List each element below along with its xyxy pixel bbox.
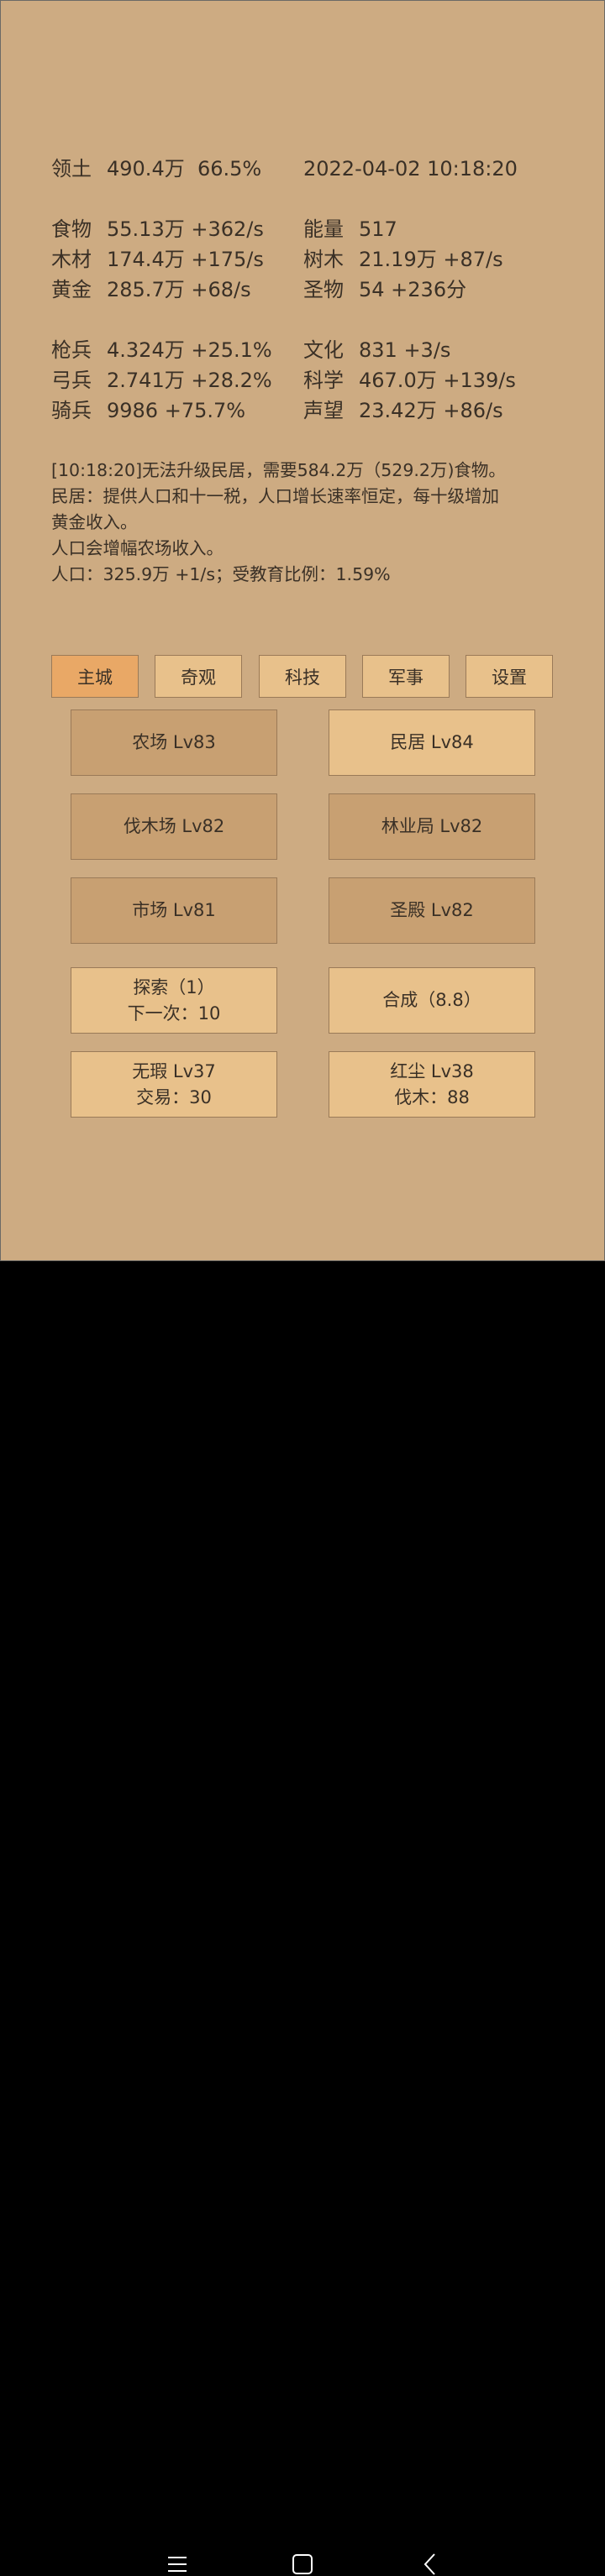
stat-value: 174.4万 +175/s — [107, 248, 264, 271]
tab-settings[interactable]: 设置 — [466, 655, 553, 698]
stat-label: 科学 — [303, 369, 344, 392]
stat-spearmen: 枪兵 4.324万 +25.1% — [51, 338, 272, 363]
tab-wonders[interactable]: 奇观 — [155, 655, 242, 698]
tab-military[interactable]: 军事 — [362, 655, 450, 698]
message-line: 人口：325.9万 +1/s；受教育比例：1.59% — [51, 564, 391, 584]
hero-stat: 伐木：88 — [394, 1086, 470, 1107]
explore-button[interactable]: 探索（1） 下一次：10 — [71, 967, 277, 1034]
stat-label: 能量 — [303, 217, 344, 241]
message-line: [10:18:20]无法升级民居，需要584.2万（529.2万)食物。 — [51, 460, 506, 480]
stat-label: 圣物 — [303, 278, 344, 301]
stat-culture: 文化 831 +3/s — [303, 338, 450, 363]
stat-value: 21.19万 +87/s — [359, 248, 503, 271]
stat-cavalry: 骑兵 9986 +75.7% — [51, 398, 245, 423]
market-button[interactable]: 市场 Lv81 — [71, 877, 277, 944]
stat-gold: 黄金 285.7万 +68/s — [51, 277, 251, 302]
back-chevron-icon[interactable] — [422, 2552, 439, 2576]
stat-value: 54 +236分 — [359, 278, 467, 301]
stat-label: 弓兵 — [51, 369, 92, 392]
stat-archers: 弓兵 2.741万 +28.2% — [51, 368, 272, 393]
stat-value: 9986 +75.7% — [107, 399, 246, 422]
tab-technology[interactable]: 科技 — [259, 655, 346, 698]
stat-label: 骑兵 — [51, 399, 92, 422]
message-log: [10:18:20]无法升级民居，需要584.2万（529.2万)食物。 民居：… — [51, 458, 564, 588]
stat-value: 4.324万 +25.1% — [107, 338, 272, 362]
message-line: 民居：提供人口和十一税，人口增长速率恒定，每十级增加 — [51, 486, 499, 506]
stat-value: 517 — [359, 217, 397, 241]
stat-food: 食物 55.13万 +362/s — [51, 217, 264, 242]
territory-label: 领土 — [51, 157, 92, 181]
wuxia-hero-button[interactable]: 无瑕 Lv37 交易：30 — [71, 1051, 277, 1118]
stat-value: 2.741万 +28.2% — [107, 369, 272, 392]
lumber-mill-button[interactable]: 伐木场 Lv82 — [71, 793, 277, 860]
stat-value: 831 +3/s — [359, 338, 451, 362]
hero-level: 无瑕 Lv37 — [132, 1060, 216, 1081]
stat-science: 科学 467.0万 +139/s — [303, 368, 516, 393]
hero-level: 红尘 Lv38 — [390, 1060, 474, 1081]
message-line: 黄金收入。 — [51, 512, 138, 532]
farm-button[interactable]: 农场 Lv83 — [71, 709, 277, 776]
synthesize-button[interactable]: 合成（8.8） — [329, 967, 535, 1034]
stat-prestige: 声望 23.42万 +86/s — [303, 398, 503, 423]
stat-energy: 能量 517 — [303, 217, 397, 242]
stat-label: 黄金 — [51, 278, 92, 301]
stat-relics: 圣物 54 +236分 — [303, 277, 466, 302]
hero-stat: 交易：30 — [136, 1086, 212, 1107]
game-screen: 领土 490.4万 66.5% 2022-04-02 10:18:20 食物 55.… — [0, 0, 605, 1261]
stat-label: 枪兵 — [51, 338, 92, 362]
stat-label: 木材 — [51, 248, 92, 271]
territory-stat: 领土 490.4万 66.5% — [51, 156, 261, 181]
tab-main-city[interactable]: 主城 — [51, 655, 139, 698]
datetime: 2022-04-02 10:18:20 — [303, 157, 518, 181]
explore-label: 探索（1） — [133, 976, 215, 997]
housing-button[interactable]: 民居 Lv84 — [329, 709, 535, 776]
stat-value: 55.13万 +362/s — [107, 217, 264, 241]
stat-wood: 木材 174.4万 +175/s — [51, 247, 264, 272]
hongchen-hero-button[interactable]: 红尘 Lv38 伐木：88 — [329, 1051, 535, 1118]
home-square-icon[interactable] — [292, 2553, 313, 2575]
stat-label: 食物 — [51, 217, 92, 241]
synthesize-label: 合成（8.8） — [382, 990, 481, 1010]
stat-trees: 树木 21.19万 +87/s — [303, 247, 503, 272]
stat-value: 467.0万 +139/s — [359, 369, 516, 392]
forestry-bureau-button[interactable]: 林业局 Lv82 — [329, 793, 535, 860]
message-line: 人口会增幅农场收入。 — [51, 538, 224, 558]
stat-label: 声望 — [303, 399, 344, 422]
temple-button[interactable]: 圣殿 Lv82 — [329, 877, 535, 944]
explore-next: 下一次：10 — [127, 1003, 221, 1024]
system-nav-bar — [0, 1261, 605, 2575]
stat-label: 树木 — [303, 248, 344, 271]
stat-value: 23.42万 +86/s — [359, 399, 503, 422]
stat-value: 285.7万 +68/s — [107, 278, 251, 301]
menu-icon[interactable] — [167, 2554, 187, 2574]
territory-value: 490.4万 66.5% — [107, 157, 262, 181]
stat-label: 文化 — [303, 338, 344, 362]
